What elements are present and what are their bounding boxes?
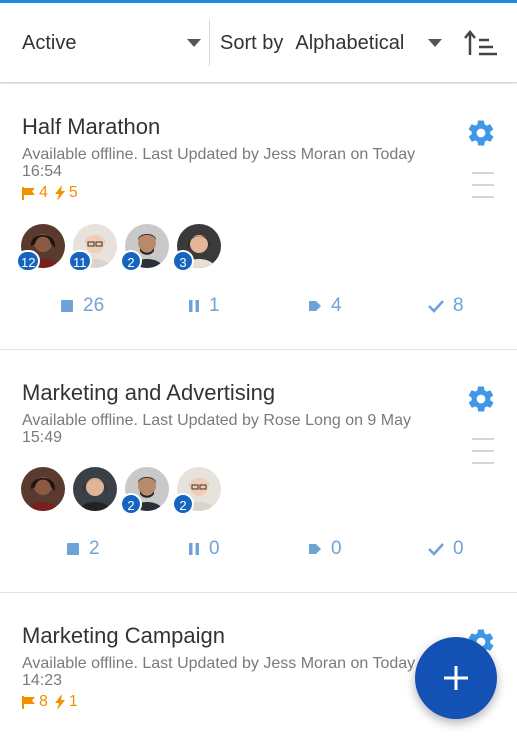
- board-stats: 26 1 4 8: [0, 295, 517, 319]
- chevron-down-icon: [428, 39, 442, 47]
- cards-count-stat[interactable]: 2: [66, 538, 100, 560]
- add-board-button[interactable]: [415, 637, 497, 719]
- board-subtitle: Available offline. Last Updated by Jess …: [22, 655, 416, 689]
- moving-count: 0: [331, 538, 342, 559]
- lightning-icon: [54, 185, 65, 201]
- bolt-count: 5: [68, 184, 78, 201]
- status-filter-dropdown[interactable]: Active: [22, 3, 207, 83]
- moving-count-stat[interactable]: 4: [308, 295, 342, 317]
- check-icon: [428, 543, 444, 556]
- sort-value: Alphabetical: [295, 31, 405, 54]
- cards-count-stat[interactable]: 26: [60, 295, 104, 317]
- avatar[interactable]: 2: [120, 224, 169, 272]
- flag-count: 8: [39, 693, 48, 710]
- avatar[interactable]: 2: [120, 467, 169, 515]
- toolbar-divider: [209, 20, 210, 66]
- notification-badge: 3: [172, 250, 194, 272]
- avatar[interactable]: 11: [68, 224, 117, 272]
- paused-count: 0: [209, 538, 220, 559]
- avatar[interactable]: 3: [172, 224, 221, 272]
- board-flags: 4 5: [22, 184, 78, 202]
- avatar[interactable]: [21, 467, 65, 511]
- check-icon: [428, 300, 444, 313]
- notification-badge: 11: [68, 250, 92, 272]
- paused-count: 1: [209, 295, 220, 316]
- paused-count-stat[interactable]: 1: [188, 295, 220, 317]
- done-count: 0: [453, 538, 464, 559]
- sort-label: Sort by: [220, 31, 284, 54]
- board-flags: 8 1: [22, 693, 78, 711]
- done-count-stat[interactable]: 0: [428, 538, 464, 560]
- member-avatars: 2 2: [21, 467, 229, 515]
- flag-count: 4: [39, 184, 48, 201]
- notification-badge: 2: [172, 493, 194, 515]
- board-card[interactable]: Marketing and Advertising Available offl…: [0, 350, 517, 592]
- sort-ascending-icon[interactable]: [464, 29, 498, 59]
- sort-dropdown[interactable]: Sort by Alphabetical: [220, 3, 448, 83]
- gear-icon[interactable]: [466, 118, 496, 148]
- board-title: Marketing and Advertising: [22, 380, 276, 405]
- notification-badge: 12: [16, 250, 41, 272]
- lightning-icon: [54, 694, 65, 710]
- board-title: Half Marathon: [22, 114, 161, 139]
- board-stats: 2 0 0 0: [0, 538, 517, 562]
- done-count-stat[interactable]: 8: [428, 295, 464, 317]
- arrow-tag-icon: [309, 544, 321, 554]
- avatar[interactable]: 12: [16, 224, 65, 272]
- square-icon: [61, 300, 73, 312]
- drag-handle-icon[interactable]: [472, 438, 494, 466]
- avatar[interactable]: [73, 467, 117, 511]
- notification-badge: 2: [120, 250, 142, 272]
- gear-icon[interactable]: [466, 384, 496, 414]
- moving-count-stat[interactable]: 0: [308, 538, 342, 560]
- member-avatars: 12 11 2 3: [16, 224, 229, 272]
- board-card[interactable]: Half Marathon Available offline. Last Up…: [0, 84, 517, 349]
- bolt-count: 1: [68, 693, 78, 710]
- pause-icon: [189, 300, 199, 312]
- board-subtitle: Available offline. Last Updated by Jess …: [22, 146, 416, 180]
- filter-toolbar: Active Sort by Alphabetical: [0, 3, 517, 83]
- board-subtitle: Available offline. Last Updated by Rose …: [22, 412, 411, 446]
- flag-icon: [22, 186, 35, 200]
- notification-badge: 2: [120, 493, 142, 515]
- flag-icon: [22, 695, 35, 709]
- board-title: Marketing Campaign: [22, 623, 225, 648]
- moving-count: 4: [331, 295, 342, 316]
- chevron-down-icon: [187, 39, 201, 47]
- avatar[interactable]: 2: [172, 467, 221, 515]
- done-count: 8: [453, 295, 464, 316]
- square-icon: [67, 543, 79, 555]
- plus-icon: [444, 666, 468, 690]
- arrow-tag-icon: [309, 301, 321, 311]
- status-filter-value: Active: [22, 31, 77, 54]
- drag-handle-icon[interactable]: [472, 172, 494, 200]
- cards-count: 2: [89, 538, 100, 559]
- paused-count-stat[interactable]: 0: [188, 538, 220, 560]
- pause-icon: [189, 543, 199, 555]
- cards-count: 26: [83, 295, 105, 316]
